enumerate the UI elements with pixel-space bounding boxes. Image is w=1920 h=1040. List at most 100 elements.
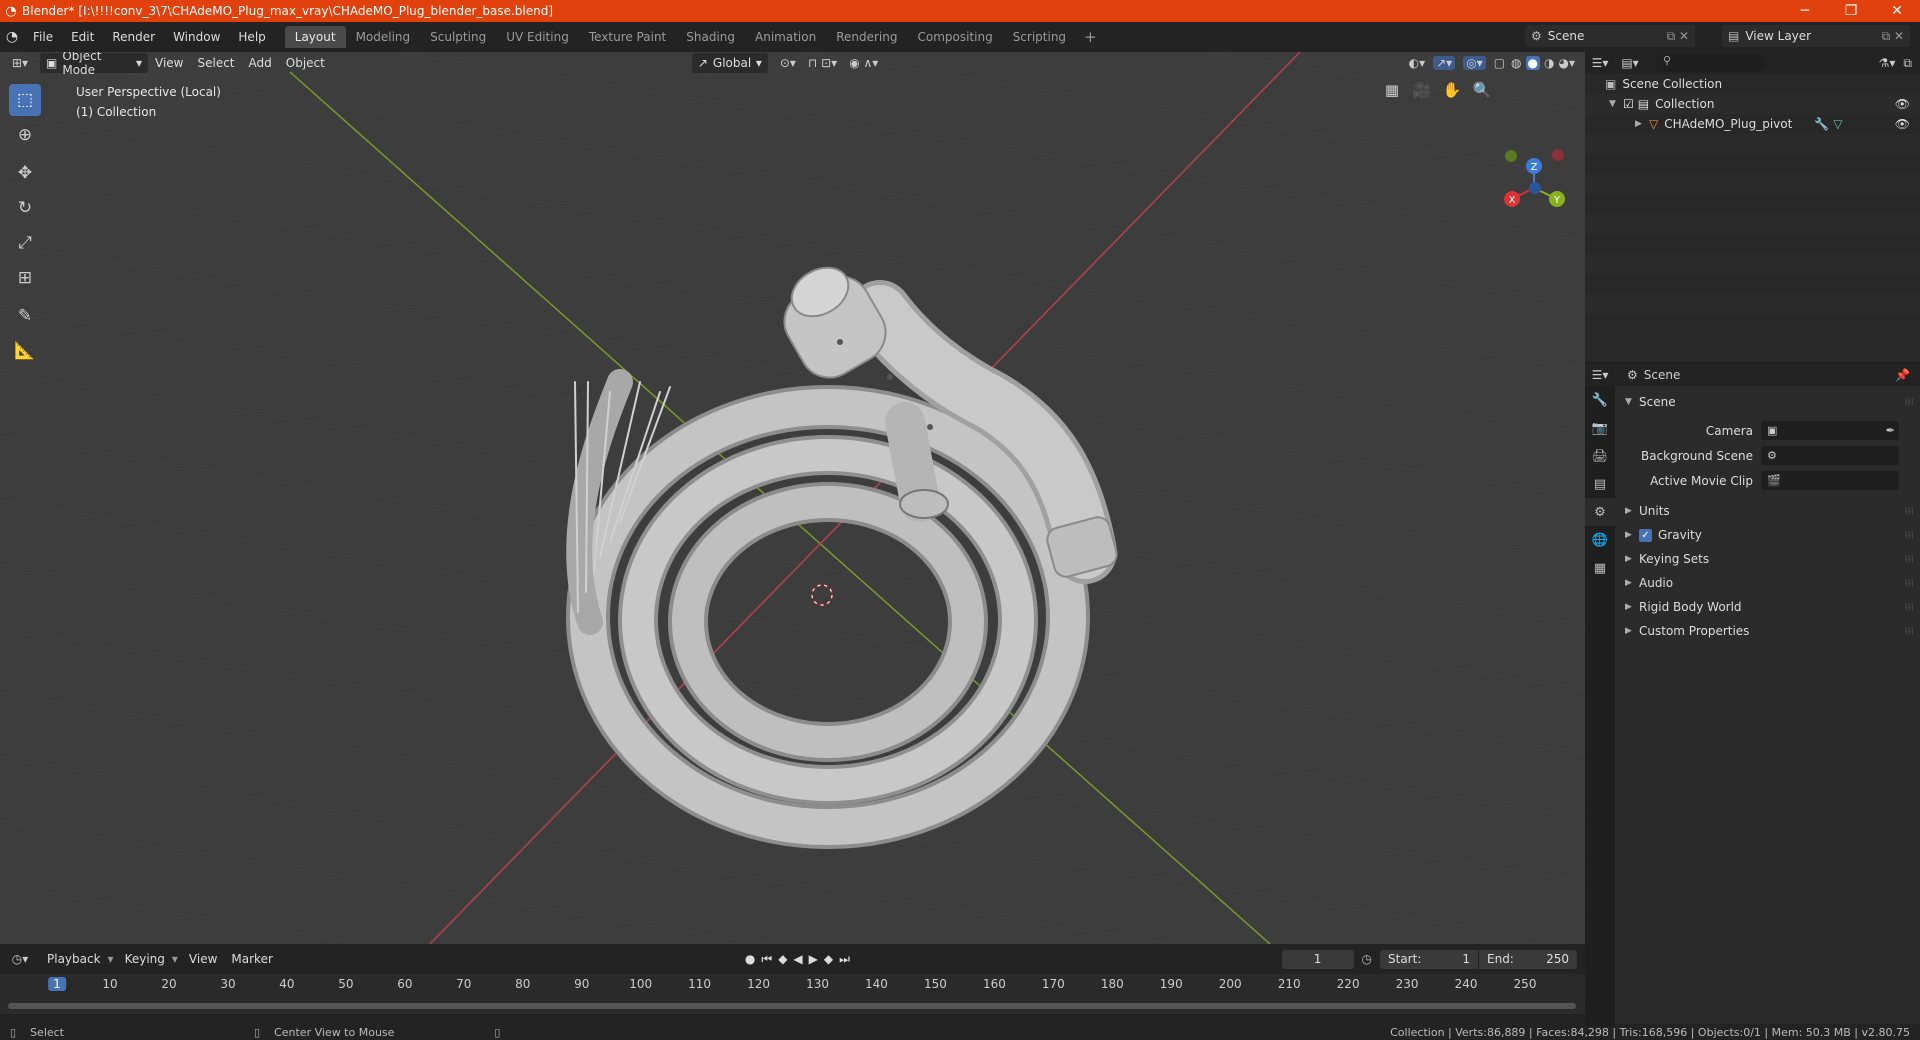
panel-units[interactable]: ▶ Units ⁞⁞⁞	[1615, 499, 1920, 523]
background-scene-field[interactable]: ⚙	[1761, 446, 1899, 465]
proportional-editing-icon[interactable]: ◉ ∧▾	[849, 56, 878, 70]
drag-handle-icon[interactable]: ⁞⁞⁞	[1904, 626, 1914, 637]
tab-sculpting[interactable]: Sculpting	[420, 26, 496, 48]
end-frame-field[interactable]: End: 250	[1479, 949, 1577, 969]
blender-menu-icon[interactable]: ◔	[0, 29, 24, 45]
rotate-tool-icon[interactable]: ↻	[9, 192, 41, 224]
viewport-canvas[interactable]: X Y Z	[0, 52, 1585, 944]
3d-viewport[interactable]: X Y Z ⊞▾ ▣ Object Mode ▾ View Select Add O…	[0, 52, 1585, 944]
cursor-tool-icon[interactable]: ⊕	[9, 119, 41, 151]
play-reverse-icon[interactable]: ◀	[793, 952, 808, 966]
annotate-tool-icon[interactable]: ✎	[9, 300, 41, 332]
drag-handle-icon[interactable]: ⁞⁞⁞	[1904, 397, 1914, 408]
menu-file[interactable]: File	[24, 26, 62, 48]
object-mode-dropdown[interactable]: ▣ Object Mode ▾	[40, 52, 148, 77]
eye-icon[interactable]: 👁	[1895, 97, 1910, 111]
snap-icon[interactable]: ⊓ ⊡▾	[808, 56, 837, 70]
drag-handle-icon[interactable]: ⁞⁞⁞	[1904, 554, 1914, 565]
scene-tab-icon[interactable]: ⚙	[1585, 498, 1615, 526]
tab-modeling[interactable]: Modeling	[346, 26, 421, 48]
wireframe-shading-icon[interactable]: ◍	[1511, 56, 1521, 70]
outliner-search-input[interactable]: ⚲	[1655, 54, 1765, 72]
expand-arrow-icon[interactable]: ▶	[1635, 119, 1649, 129]
tab-rendering[interactable]: Rendering	[826, 26, 907, 48]
next-keyframe-icon[interactable]: ◆	[824, 952, 839, 966]
drag-handle-icon[interactable]: ⁞⁞⁞	[1904, 506, 1914, 517]
menu-window[interactable]: Window	[164, 26, 229, 48]
scene-selector[interactable]: ⚙ Scene ⧉ ✕	[1525, 25, 1695, 47]
gravity-checkbox[interactable]: ✓	[1639, 528, 1652, 542]
mesh-data-icon[interactable]: ▽	[1833, 117, 1842, 131]
new-collection-icon[interactable]: ⧉	[1903, 56, 1912, 71]
tab-layout[interactable]: Layout	[284, 26, 346, 48]
close-icon[interactable]: ✕	[1874, 3, 1920, 19]
view-layer-selector[interactable]: ▤ View Layer ⧉ ✕	[1722, 25, 1910, 47]
jump-end-icon[interactable]: ⏭	[839, 952, 856, 966]
camera-view-icon[interactable]: 🎥	[1410, 78, 1434, 102]
timeline-menu-playback[interactable]: Playback	[40, 952, 108, 966]
tab-uv-editing[interactable]: UV Editing	[496, 26, 579, 48]
prev-keyframe-icon[interactable]: ◆	[778, 952, 793, 966]
visibility-icon[interactable]: ◐▾	[1409, 56, 1426, 70]
output-tab-icon[interactable]: 🖨	[1585, 442, 1615, 470]
timeline-track[interactable]	[0, 994, 1585, 1014]
transform-orientation-dropdown[interactable]: ↗ Global ▾	[691, 53, 768, 73]
tab-shading[interactable]: Shading	[676, 26, 745, 48]
view-layer-tab-icon[interactable]: ▤	[1585, 470, 1615, 498]
world-tab-icon[interactable]: 🌐	[1585, 526, 1615, 554]
camera-field[interactable]: ▣ ✒	[1761, 421, 1899, 440]
move-tool-icon[interactable]: ✥	[9, 157, 41, 189]
select-box-tool-icon[interactable]: ⬚	[9, 84, 41, 116]
filter-icon[interactable]: ⚗▾	[1879, 56, 1896, 70]
restore-icon[interactable]: ❐	[1828, 3, 1874, 19]
xray-icon[interactable]: ▢	[1494, 56, 1505, 70]
eyedropper-icon[interactable]: ✒	[1886, 424, 1895, 437]
outliner-row-collection[interactable]: ▼ ☑ ▤ Collection 👁	[1585, 94, 1920, 114]
rendered-shading-icon[interactable]: ◕▾	[1559, 56, 1576, 70]
timeline-ruler[interactable]: 1 10 20 30 40 50 60 70 80 90 100 110 120 130 140 150 160…	[0, 974, 1585, 1014]
viewport-menu-view[interactable]: View	[148, 56, 190, 70]
play-icon[interactable]: ▶	[809, 952, 824, 966]
tab-animation[interactable]: Animation	[745, 26, 826, 48]
timeline-menu-view[interactable]: View	[182, 952, 224, 966]
material-shading-icon[interactable]: ◑	[1544, 56, 1554, 70]
timeline-menu-marker[interactable]: Marker	[224, 952, 279, 966]
timeline-menu-keying[interactable]: Keying	[118, 952, 172, 966]
timeline-scrollbar[interactable]	[8, 1003, 1576, 1009]
current-frame-field[interactable]: 1	[1281, 949, 1354, 969]
outliner-row-object[interactable]: ▶ ▽ CHAdeMO_Plug_pivot 🔧 ▽ 👁	[1585, 114, 1920, 134]
panel-rigid-body-world[interactable]: ▶ Rigid Body World ⁞⁞⁞	[1615, 595, 1920, 619]
tab-compositing[interactable]: Compositing	[907, 26, 1002, 48]
solid-shading-icon[interactable]: ●	[1525, 56, 1541, 70]
panel-audio[interactable]: ▶ Audio ⁞⁞⁞	[1615, 571, 1920, 595]
zoom-icon[interactable]: 🔍	[1470, 78, 1494, 102]
drag-handle-icon[interactable]: ⁞⁞⁞	[1904, 578, 1914, 589]
properties-editor-type-icon[interactable]: ☰▾	[1585, 368, 1615, 382]
menu-edit[interactable]: Edit	[62, 26, 103, 48]
transform-tool-icon[interactable]: ⊞	[9, 262, 41, 294]
tool-tab-icon[interactable]: 🔧	[1585, 386, 1615, 414]
render-tab-icon[interactable]: 📷	[1585, 414, 1615, 442]
measure-tool-icon[interactable]: 📐	[9, 335, 41, 367]
collection-checkbox-icon[interactable]: ☑	[1623, 97, 1634, 111]
expand-arrow-icon[interactable]: ▼	[1609, 99, 1623, 109]
display-mode-icon[interactable]: ▤▾	[1615, 56, 1645, 70]
timeline-editor-type-icon[interactable]: ◷▾	[0, 952, 40, 966]
outliner-row-scene-collection[interactable]: ▣ Scene Collection	[1585, 74, 1920, 94]
panel-custom-properties[interactable]: ▶ Custom Properties ⁞⁞⁞	[1615, 619, 1920, 643]
overlays-icon[interactable]: ◎▾	[1463, 56, 1486, 70]
toggle-camera-grid-icon[interactable]: ▦	[1380, 78, 1404, 102]
new-view-layer-icon[interactable]: ⧉ ✕	[1882, 29, 1910, 44]
scale-tool-icon[interactable]: ⤢	[9, 227, 41, 259]
panel-keying-sets[interactable]: ▶ Keying Sets ⁞⁞⁞	[1615, 547, 1920, 571]
tab-scripting[interactable]: Scripting	[1003, 26, 1076, 48]
eye-icon[interactable]: 👁	[1895, 117, 1910, 131]
gizmo-toggle-icon[interactable]: ↗▾	[1433, 56, 1456, 70]
active-movie-clip-field[interactable]: 🎬	[1761, 471, 1899, 490]
start-frame-field[interactable]: Start: 1	[1380, 949, 1478, 969]
new-scene-icon[interactable]: ⧉ ✕	[1667, 29, 1695, 44]
pivot-point-icon[interactable]: ⊙▾	[780, 56, 796, 70]
add-workspace-icon[interactable]: +	[1076, 28, 1105, 46]
panel-scene-header[interactable]: ▼ Scene ⁞⁞⁞	[1615, 390, 1920, 414]
viewport-menu-object[interactable]: Object	[279, 56, 332, 70]
